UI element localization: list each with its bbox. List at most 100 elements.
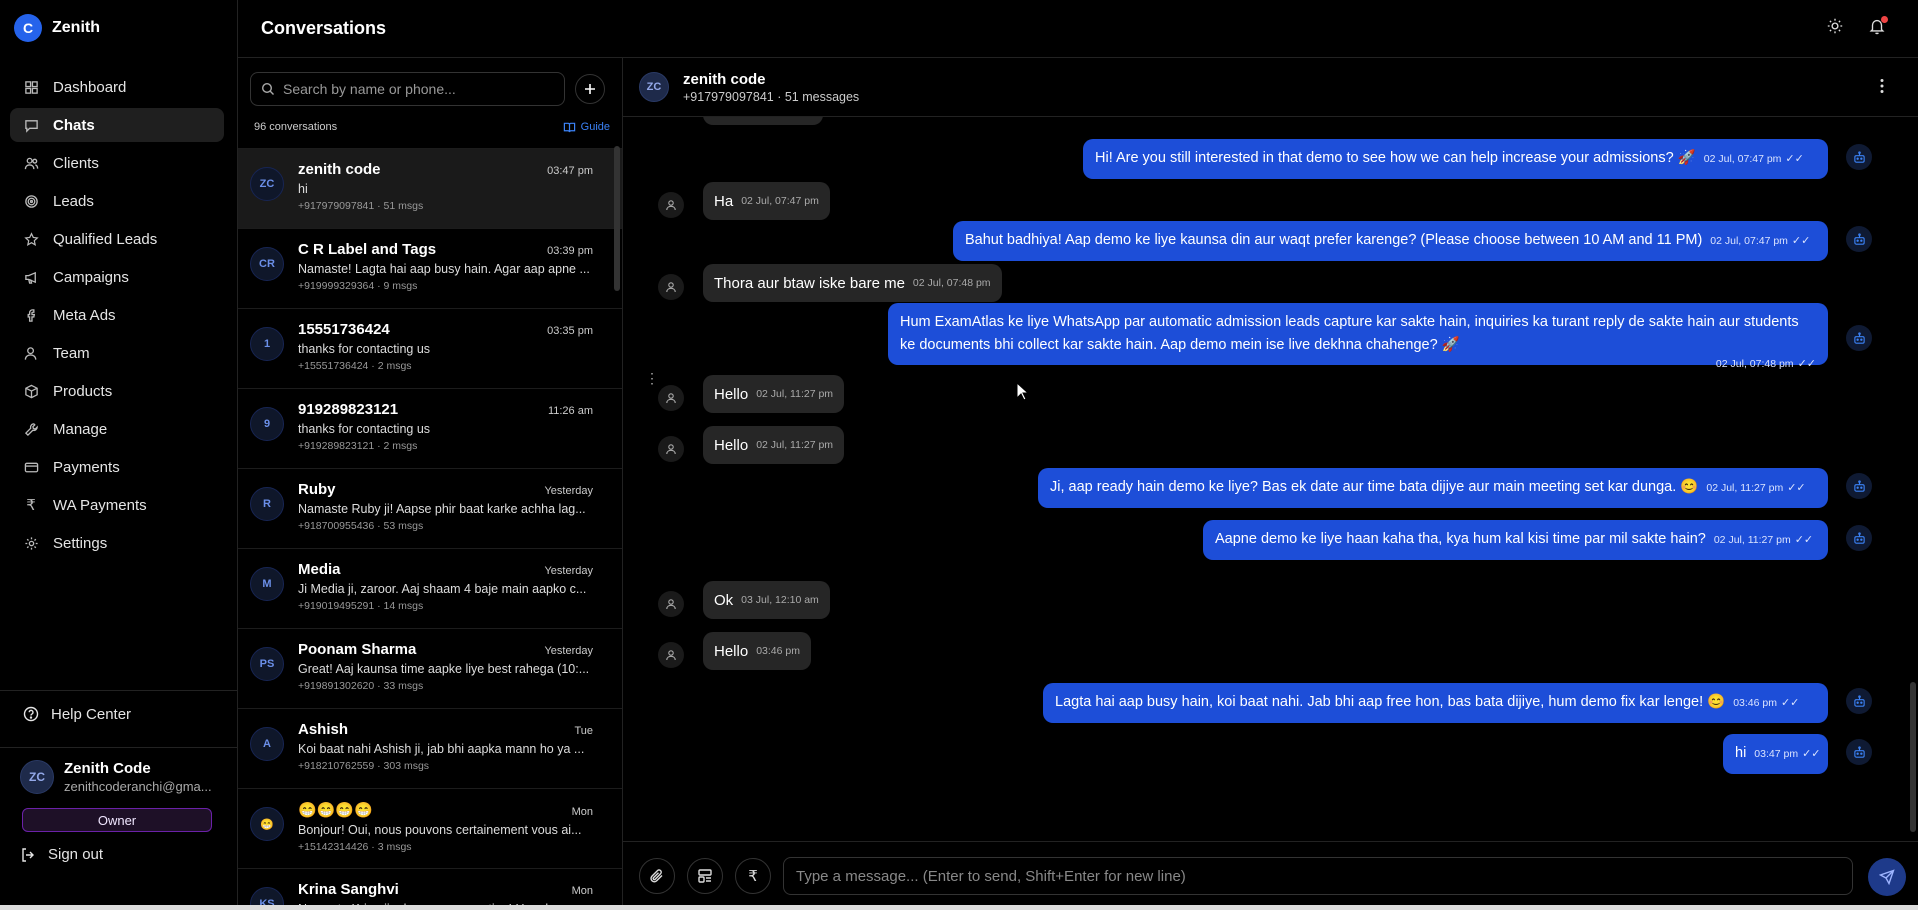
ai-bot-icon[interactable] xyxy=(1846,688,1872,714)
conversation-item[interactable]: A Ashish Tue Koi baat nahi Ashish ji, jab… xyxy=(238,709,622,789)
ai-bot-icon[interactable] xyxy=(1846,144,1872,170)
ai-bot-icon[interactable] xyxy=(1846,325,1872,351)
avatar: ZC xyxy=(639,72,669,102)
sidebar-item-wa-payments[interactable]: ₹ WA Payments xyxy=(10,488,224,522)
send-icon xyxy=(1879,869,1895,885)
conversation-item[interactable]: 1 15551736424 03:35 pm thanks for contact… xyxy=(238,309,622,389)
more-options-icon[interactable] xyxy=(1880,78,1896,96)
conversation-list-panel: 96 conversations Guide ZC zenith code 03:… xyxy=(238,58,623,910)
message-bubble-partial xyxy=(703,117,823,125)
conversation-preview: Great! Aaj kaunsa time aapke liye best r… xyxy=(298,662,590,676)
outgoing-message: Bahut badhiya! Aap demo ke liye kaunsa d… xyxy=(953,221,1828,261)
double-check-icon: ✓✓ xyxy=(1787,482,1806,494)
sidebar-item-label: WA Payments xyxy=(53,496,147,514)
ai-bot-icon[interactable] xyxy=(1846,226,1872,252)
message-time: 02 Jul, 11:27 pm xyxy=(756,439,834,451)
rupee-icon: ₹ xyxy=(26,497,36,514)
conversation-list-scrollbar[interactable] xyxy=(614,146,620,291)
new-conversation-button[interactable] xyxy=(575,74,605,104)
chat-contact-name: zenith code xyxy=(683,70,766,88)
conversation-item[interactable]: CR C R Label and Tags 03:39 pm Namaste! L… xyxy=(238,229,622,309)
brand[interactable]: C Zenith xyxy=(0,0,237,56)
conversation-name: C R Label and Tags xyxy=(298,241,437,258)
sidebar-item-leads[interactable]: Leads xyxy=(10,184,224,218)
double-check-icon: ✓✓ xyxy=(1791,235,1811,247)
conversation-item[interactable]: KS Krina SanghviMon Namaste Krina ji, pl… xyxy=(238,869,622,910)
notification-dot xyxy=(1881,16,1888,23)
chat-scrollbar[interactable] xyxy=(1910,127,1918,841)
sidebar-item-qualified-leads[interactable]: Qualified Leads xyxy=(10,222,224,256)
sidebar-item-label: Meta Ads xyxy=(53,306,116,324)
payment-request-button[interactable]: ₹ xyxy=(735,858,771,894)
message-text: Hello xyxy=(714,436,749,454)
conversation-time: Yesterday xyxy=(544,645,593,657)
conversation-item[interactable]: M Media Yesterday Ji Media ji, zaroor. Aa… xyxy=(238,549,622,629)
conversation-preview: Namaste Ruby ji! Aapse phir baat karke a… xyxy=(298,502,586,516)
message-time: 02 Jul, 11:27 pm ✓✓ xyxy=(1713,534,1814,546)
conversation-item[interactable]: 9 919289823121 11:26 am thanks for contac… xyxy=(238,389,622,469)
theme-toggle-sun-icon[interactable] xyxy=(1826,17,1846,37)
conversation-item[interactable]: 😁 😁😁😁😁 Mon Bonjour! Oui, nous pouvons cer… xyxy=(238,789,622,869)
search-input[interactable] xyxy=(283,81,543,97)
conversation-time: 03:47 pm xyxy=(547,165,593,177)
conversation-name: Ashish xyxy=(298,721,349,738)
paperclip-icon xyxy=(650,869,663,883)
search-icon xyxy=(261,82,275,96)
send-button[interactable] xyxy=(1868,858,1906,896)
brand-logo: C xyxy=(14,14,42,42)
user-profile[interactable]: ZC Zenith Code zenithcoderanchi@gma... xyxy=(20,760,238,794)
sidebar-item-label: Team xyxy=(53,344,90,362)
incoming-message: Hello 02 Jul, 11:27 pm xyxy=(703,375,845,413)
conversation-name: Ruby xyxy=(298,481,336,498)
message-text: Hum ExamAtlas ke liye WhatsApp par autom… xyxy=(900,314,1799,353)
avatar: R xyxy=(250,487,284,521)
sign-out-button[interactable]: Sign out xyxy=(20,846,238,863)
message-text: Aapne demo ke liye haan kaha tha, kya hu… xyxy=(1215,531,1706,547)
help-center-link[interactable]: Help Center xyxy=(0,691,238,737)
role-badge: Owner xyxy=(22,808,212,832)
double-check-icon: ✓✓ xyxy=(1794,534,1814,546)
conversation-meta: +919891302620 · 33 msgs xyxy=(298,680,424,692)
message-time: 02 Jul, 07:47 pm xyxy=(741,195,819,207)
sidebar-item-campaigns[interactable]: Campaigns xyxy=(10,260,224,294)
card-icon xyxy=(23,459,39,475)
guide-link[interactable]: Guide xyxy=(563,121,610,134)
conversation-time: Yesterday xyxy=(544,565,593,577)
ai-bot-icon[interactable] xyxy=(1846,525,1872,551)
sidebar-footer: Help Center ZC Zenith Code zenithcoderan… xyxy=(0,690,238,863)
sidebar-item-payments[interactable]: Payments xyxy=(10,450,224,484)
template-button[interactable] xyxy=(687,858,723,894)
message-text: Lagta hai aap busy hain, koi baat nahi. … xyxy=(1055,694,1726,710)
incoming-message: Ok 03 Jul, 12:10 am xyxy=(703,581,830,619)
sidebar-item-settings[interactable]: Settings xyxy=(10,526,224,560)
sidebar-item-team[interactable]: Team xyxy=(10,336,224,370)
sidebar-item-meta-ads[interactable]: Meta Ads xyxy=(10,298,224,332)
sidebar-item-chats[interactable]: Chats xyxy=(10,108,224,142)
message-menu-icon[interactable]: ⋮ xyxy=(645,370,659,387)
contact-avatar-icon xyxy=(658,274,684,300)
conversation-preview: thanks for contacting us xyxy=(298,342,431,356)
conversation-time: 11:26 am xyxy=(547,405,593,417)
attach-button[interactable] xyxy=(639,858,675,894)
double-check-icon: ✓✓ xyxy=(1780,697,1800,709)
sidebar-item-products[interactable]: Products xyxy=(10,374,224,408)
sidebar-item-dashboard[interactable]: Dashboard xyxy=(10,70,224,104)
double-check-icon: ✓✓ xyxy=(1797,358,1816,370)
outgoing-message: Hum ExamAtlas ke liye WhatsApp par autom… xyxy=(888,303,1828,370)
conversation-item[interactable]: R Ruby Yesterday Namaste Ruby ji! Aapse p… xyxy=(238,469,622,549)
app-root: C Zenith Dashboard Chats Clients Leads Q… xyxy=(0,0,1918,910)
avatar: A xyxy=(250,727,284,761)
conversation-item[interactable]: ZC zenith code 03:47 pm hi +917979097841 … xyxy=(238,149,622,229)
conversation-item[interactable]: PS Poonam Sharma Yesterday Great! Aaj kau… xyxy=(238,629,622,709)
ai-bot-icon[interactable] xyxy=(1846,739,1872,765)
ai-bot-icon[interactable] xyxy=(1846,473,1872,499)
message-input[interactable] xyxy=(783,857,1853,895)
sidebar-item-label: Campaigns xyxy=(53,268,129,286)
sidebar-item-manage[interactable]: Manage xyxy=(10,412,224,446)
notification-bell-icon[interactable] xyxy=(1868,16,1888,37)
search-box xyxy=(250,72,565,106)
chat-scrollbar-thumb[interactable] xyxy=(1910,682,1916,832)
sidebar-item-clients[interactable]: Clients xyxy=(10,146,224,180)
conversation-preview: Bonjour! Oui, nous pouvons certainement … xyxy=(298,823,582,837)
contact-avatar-icon xyxy=(658,436,684,462)
